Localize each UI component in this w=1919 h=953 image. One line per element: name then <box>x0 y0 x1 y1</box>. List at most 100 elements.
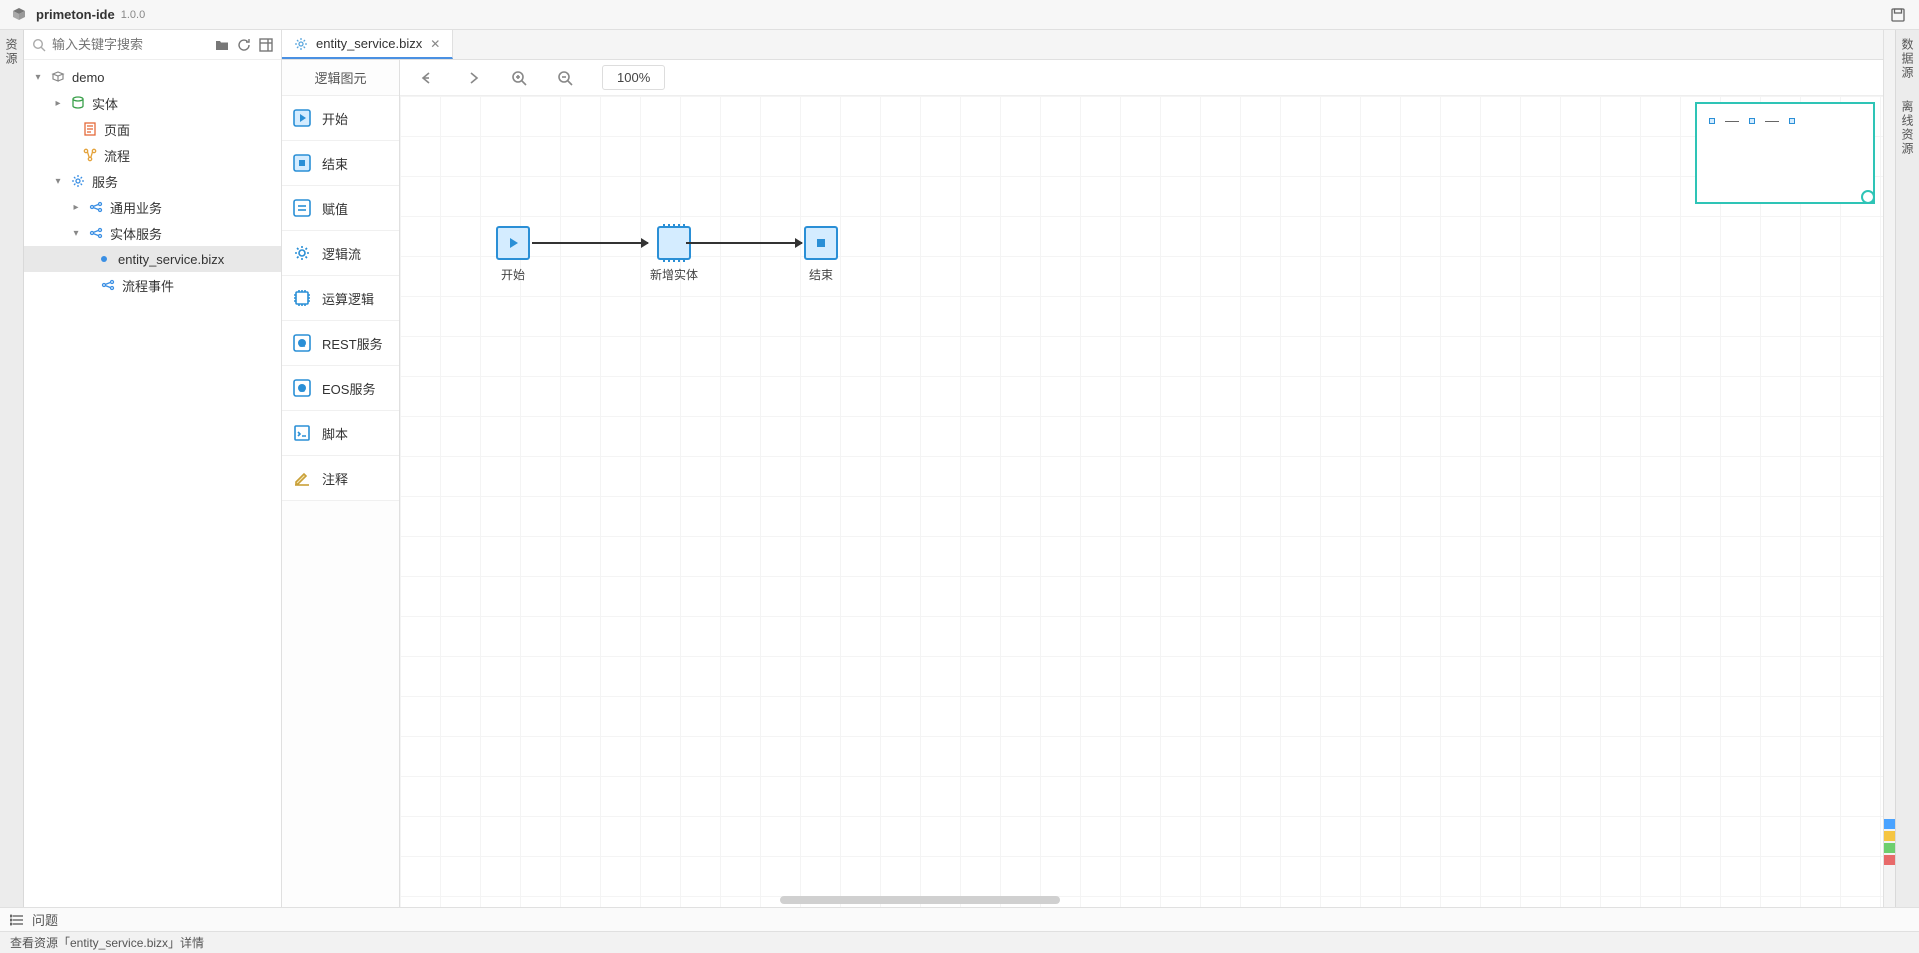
status-text: 查看资源「entity_service.bizx」详情 <box>10 934 204 951</box>
palette-item-start[interactable]: 开始 <box>282 96 399 141</box>
right-rail-item-datasource[interactable]: 数据源 <box>1899 38 1916 80</box>
svg-text:E: E <box>300 387 304 393</box>
caret-right-icon: ▸ <box>52 98 64 109</box>
tab-title: entity_service.bizx <box>316 36 422 51</box>
bottom-panel[interactable]: 问题 <box>0 907 1919 931</box>
chip-icon <box>292 288 312 308</box>
redo-icon[interactable] <box>464 69 482 87</box>
db-icon <box>70 95 86 111</box>
link-icon <box>88 225 104 241</box>
palette-item-eos[interactable]: E EOS服务 <box>282 366 399 411</box>
palette-item-assign[interactable]: 赋值 <box>282 186 399 231</box>
palette-label: 赋值 <box>322 199 348 218</box>
palette-item-compute[interactable]: 运算逻辑 <box>282 276 399 321</box>
gear-icon <box>294 37 308 51</box>
caret-down-icon: ▾ <box>70 228 82 239</box>
collapse-icon[interactable] <box>257 36 275 54</box>
palette-label: 结束 <box>322 154 348 173</box>
tree-label: entity_service.bizx <box>118 252 224 267</box>
resource-panel-header <box>24 30 281 60</box>
folder-icon[interactable] <box>213 36 231 54</box>
list-icon <box>10 913 24 927</box>
right-rail-item-offline[interactable]: 离线资源 <box>1899 100 1916 156</box>
minimap[interactable] <box>1695 102 1875 204</box>
editor-tab[interactable]: entity_service.bizx ✕ <box>282 30 453 59</box>
palette-label: REST服务 <box>322 334 383 353</box>
tree-node-service[interactable]: ▾ 服务 <box>24 168 281 194</box>
node-start[interactable]: 开始 <box>496 226 530 283</box>
palette-label: 开始 <box>322 109 348 128</box>
app-version: 1.0.0 <box>121 9 145 21</box>
tree-node-entity-service[interactable]: ▾ 实体服务 <box>24 220 281 246</box>
zoom-in-icon[interactable] <box>510 69 528 87</box>
tree-label: 实体 <box>92 94 118 113</box>
left-rail-label: 资源 <box>3 38 20 66</box>
tree-label: 页面 <box>104 120 130 139</box>
tree-node-root[interactable]: ▾ demo <box>24 64 281 90</box>
cube-icon <box>50 69 66 85</box>
gear-icon <box>292 243 312 263</box>
gear-icon <box>70 173 86 189</box>
tree-node-entity[interactable]: ▸ 实体 <box>24 90 281 116</box>
node-end[interactable]: 结束 <box>804 226 838 283</box>
bottom-panel-label: 问题 <box>32 910 58 929</box>
palette-label: EOS服务 <box>322 379 375 398</box>
caret-right-icon: ▸ <box>70 202 82 213</box>
flow-icon <box>82 147 98 163</box>
palette-item-logicflow[interactable]: 逻辑流 <box>282 231 399 276</box>
palette-item-script[interactable]: 脚本 <box>282 411 399 456</box>
edge[interactable] <box>686 242 802 244</box>
resource-tree: ▾ demo ▸ 实体 页面 流程 <box>24 60 281 907</box>
canvas-hscroll[interactable] <box>400 893 1883 907</box>
script-icon <box>292 423 312 443</box>
palette-label: 运算逻辑 <box>322 289 374 308</box>
app-name: primeton-ide <box>36 7 115 22</box>
tree-node-file[interactable]: entity_service.bizx <box>24 246 281 272</box>
app-logo <box>10 6 28 24</box>
tool-strip[interactable] <box>1883 30 1895 907</box>
tree-node-flow[interactable]: 流程 <box>24 142 281 168</box>
palette-item-note[interactable]: 注释 <box>282 456 399 501</box>
edge[interactable] <box>532 242 648 244</box>
editor-tabs: entity_service.bizx ✕ <box>282 30 1883 60</box>
tree-node-common-biz[interactable]: ▸ 通用业务 <box>24 194 281 220</box>
palette-item-rest[interactable]: R REST服务 <box>282 321 399 366</box>
node-mid[interactable]: 新增实体 <box>650 226 698 283</box>
tree-label: 通用业务 <box>110 198 162 217</box>
caret-down-icon: ▾ <box>52 176 64 187</box>
tree-node-page[interactable]: 页面 <box>24 116 281 142</box>
dot-icon <box>96 251 112 267</box>
rest-icon: R <box>292 333 312 353</box>
close-icon[interactable]: ✕ <box>430 37 440 51</box>
zoom-level[interactable]: 100% <box>602 65 665 90</box>
assign-icon <box>292 198 312 218</box>
palette-label: 逻辑流 <box>322 244 361 263</box>
canvas[interactable]: 开始 新增实体 结束 <box>400 96 1883 907</box>
save-layout-icon[interactable] <box>1887 4 1909 26</box>
tree-label: 流程 <box>104 146 130 165</box>
titlebar: primeton-ide 1.0.0 <box>0 0 1919 30</box>
search-input[interactable] <box>52 37 209 52</box>
refresh-icon[interactable] <box>235 36 253 54</box>
tree-label: demo <box>72 70 105 85</box>
zoom-out-icon[interactable] <box>556 69 574 87</box>
palette-item-end[interactable]: 结束 <box>282 141 399 186</box>
right-rail: 数据源 离线资源 <box>1895 30 1919 907</box>
play-box-icon <box>292 108 312 128</box>
palette-label: 注释 <box>322 469 348 488</box>
eos-icon: E <box>292 378 312 398</box>
status-bar: 查看资源「entity_service.bizx」详情 <box>0 931 1919 953</box>
tree-node-flow-event[interactable]: 流程事件 <box>24 272 281 298</box>
palette-header: 逻辑图元 <box>282 60 399 96</box>
palette-label: 脚本 <box>322 424 348 443</box>
tree-label: 实体服务 <box>110 224 162 243</box>
node-label: 新增实体 <box>650 266 698 283</box>
left-rail[interactable]: 资源 <box>0 30 24 907</box>
undo-icon[interactable] <box>418 69 436 87</box>
node-label: 结束 <box>809 266 833 283</box>
palette: 逻辑图元 开始 结束 赋值 逻辑流 <box>282 60 400 907</box>
page-icon <box>82 121 98 137</box>
svg-text:R: R <box>300 342 305 348</box>
canvas-wrapper: 100% 开始 新增实体 <box>400 60 1883 907</box>
node-label: 开始 <box>501 266 525 283</box>
